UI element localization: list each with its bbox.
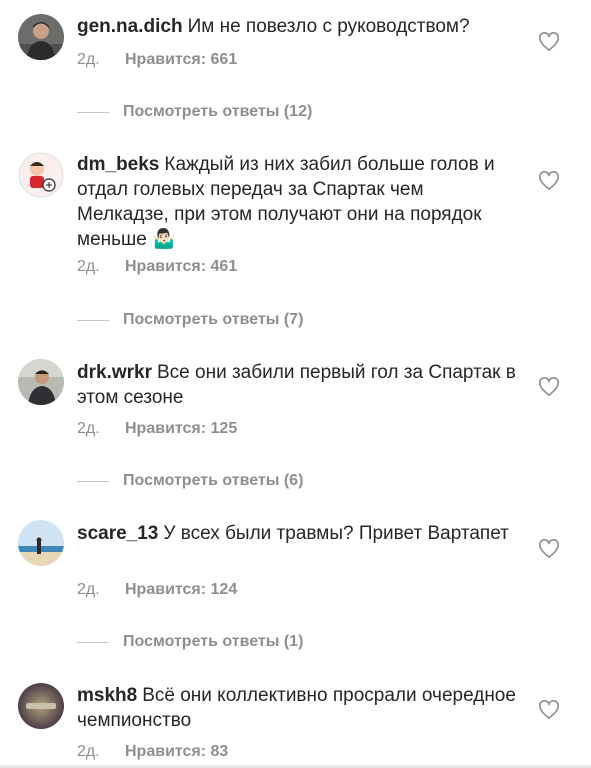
replies-divider xyxy=(77,319,109,321)
comment-meta: 2д. Нравится: 124 xyxy=(77,581,237,599)
comment-likes[interactable]: Нравится: 83 xyxy=(125,743,228,760)
view-replies-link[interactable]: Посмотреть ответы (1) xyxy=(77,632,303,652)
comment-username[interactable]: dm_beks xyxy=(77,154,159,175)
comment-username[interactable]: scare_13 xyxy=(77,523,158,544)
comment-meta: 2д. Нравится: 661 xyxy=(77,51,237,69)
comment-age: 2д. xyxy=(77,258,100,275)
comment-likes[interactable]: Нравится: 125 xyxy=(125,420,237,437)
heart-outline-icon[interactable] xyxy=(538,171,560,191)
view-replies-link[interactable]: Посмотреть ответы (12) xyxy=(77,102,312,122)
replies-divider xyxy=(77,480,109,482)
view-replies-label: Посмотреть ответы (7) xyxy=(123,311,304,328)
comment-age: 2д. xyxy=(77,581,100,598)
comment-age: 2д. xyxy=(77,420,100,437)
comment-text: scare_13 У всех были травмы? Привет Варта… xyxy=(77,521,517,546)
view-replies-label: Посмотреть ответы (1) xyxy=(123,633,304,650)
comment-text: drk.wrkr Все они забили первый гол за Спа… xyxy=(77,360,517,410)
avatar[interactable] xyxy=(18,14,64,60)
bottom-edge xyxy=(0,764,591,768)
view-replies-link[interactable]: Посмотреть ответы (6) xyxy=(77,471,303,491)
comment-text: dm_beks Каждый из них забил больше голов … xyxy=(77,152,517,252)
comment-username[interactable]: mskh8 xyxy=(77,685,137,706)
comment-body: Всё они коллективно просрали очередное ч… xyxy=(77,685,516,731)
comment-username[interactable]: drk.wrkr xyxy=(77,362,152,383)
avatar[interactable] xyxy=(18,520,64,566)
comment-meta: 2д. Нравится: 125 xyxy=(77,420,237,438)
view-replies-label: Посмотреть ответы (6) xyxy=(123,472,304,489)
comment-text: mskh8 Всё они коллективно просрали очеред… xyxy=(77,683,517,733)
view-replies-label: Посмотреть ответы (12) xyxy=(123,103,313,120)
heart-outline-icon[interactable] xyxy=(538,32,560,52)
heart-outline-icon[interactable] xyxy=(538,700,560,720)
comment-meta: 2д. Нравится: 83 xyxy=(77,743,228,761)
avatar[interactable] xyxy=(18,152,64,198)
comment-likes[interactable]: Нравится: 661 xyxy=(125,51,237,68)
comment-likes[interactable]: Нравится: 461 xyxy=(125,258,237,275)
comment-age: 2д. xyxy=(77,51,100,68)
avatar[interactable] xyxy=(18,359,64,405)
comment-age: 2д. xyxy=(77,743,100,760)
view-replies-link[interactable]: Посмотреть ответы (7) xyxy=(77,310,303,330)
comment-body: У всех были травмы? Привет Вартапет xyxy=(163,523,509,544)
comment-text: gen.na.dich Им не повезло с руководством? xyxy=(77,14,517,39)
replies-divider xyxy=(77,111,109,113)
avatar[interactable] xyxy=(18,683,64,729)
comment-body: Им не повезло с руководством? xyxy=(187,16,470,37)
comment-likes[interactable]: Нравится: 124 xyxy=(125,581,237,598)
comment-meta: 2д. Нравится: 461 xyxy=(77,258,237,276)
replies-divider xyxy=(77,641,109,643)
comment-username[interactable]: gen.na.dich xyxy=(77,16,183,37)
heart-outline-icon[interactable] xyxy=(538,539,560,559)
heart-outline-icon[interactable] xyxy=(538,377,560,397)
